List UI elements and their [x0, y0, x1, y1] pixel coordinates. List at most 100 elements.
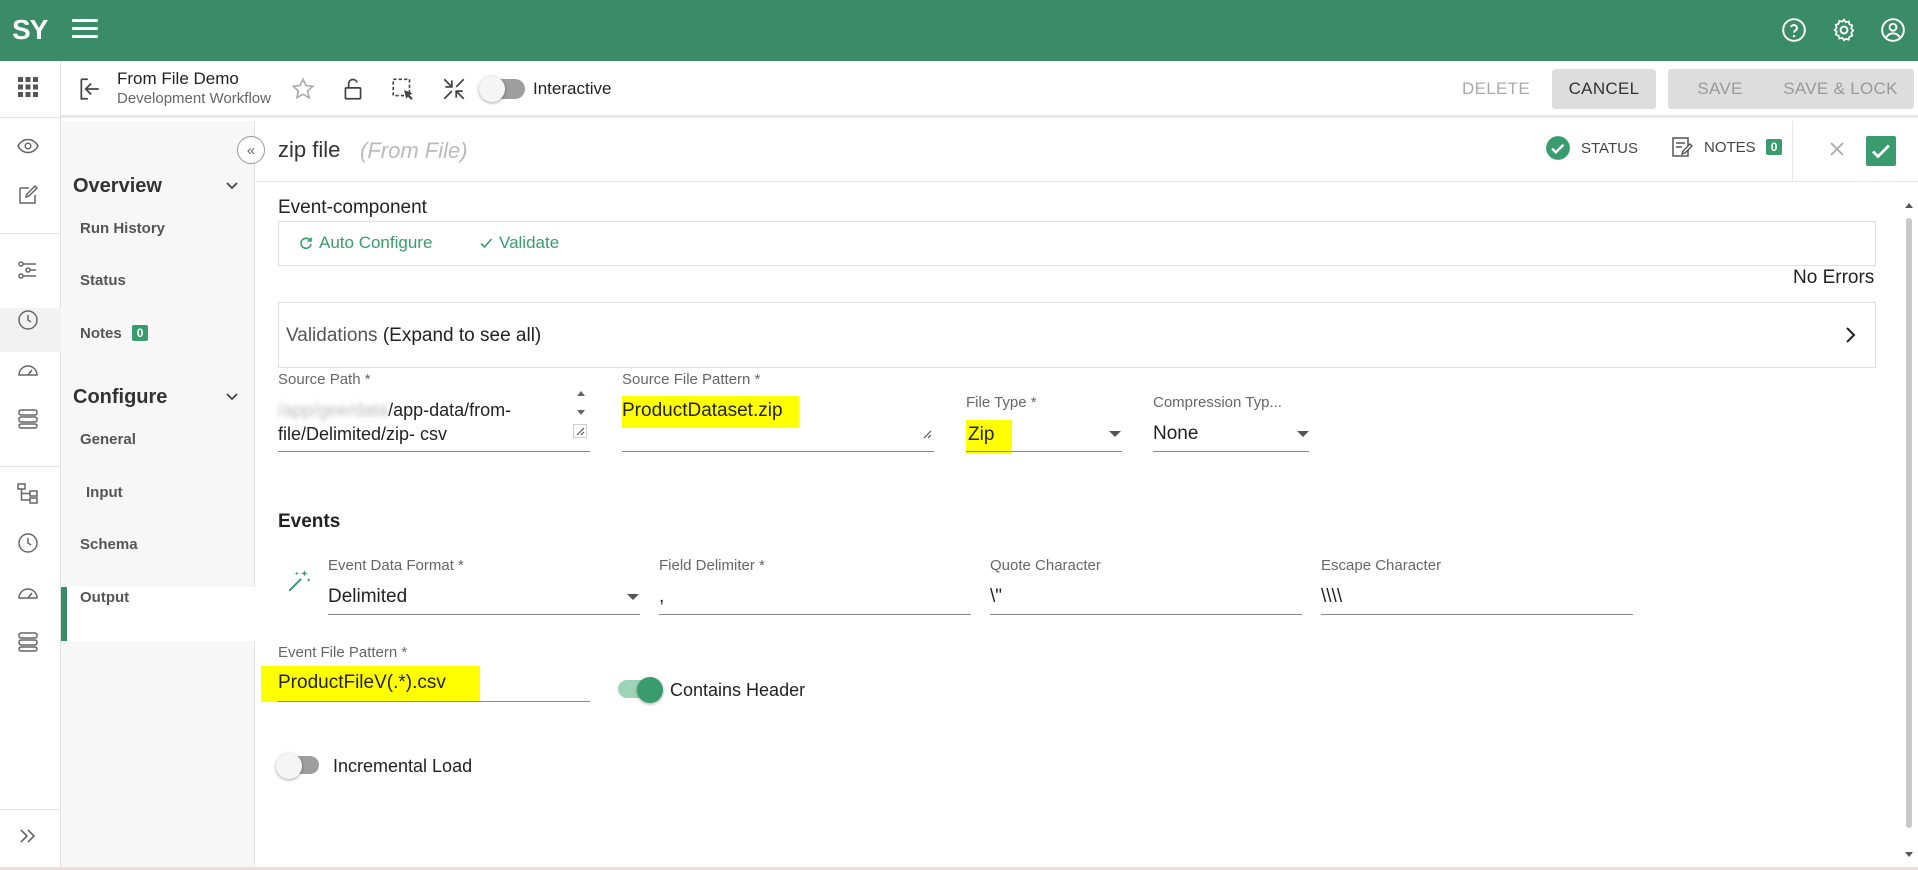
back-to-workflow-icon[interactable]	[77, 76, 103, 102]
header-divider	[1792, 121, 1793, 182]
contains-header-toggle[interactable]	[618, 677, 663, 703]
storage-icon[interactable]	[16, 630, 40, 654]
scroll-up-icon[interactable]	[1904, 200, 1914, 210]
check-icon	[480, 238, 493, 249]
interactive-label: Interactive	[533, 79, 612, 98]
rail-divider	[0, 466, 61, 467]
source-path-line1: /app-data/from-	[388, 400, 512, 420]
dashboard-gauge-icon[interactable]	[16, 358, 40, 382]
app-logo[interactable]: SY	[12, 14, 48, 46]
lock-open-icon[interactable]	[340, 76, 366, 102]
dropdown-arrow-icon[interactable]	[1109, 431, 1121, 437]
edit-icon[interactable]	[16, 183, 40, 207]
nav-general[interactable]: General	[80, 431, 136, 448]
file-type-select[interactable]: Zip	[966, 420, 1013, 454]
contains-header-label: Contains Header	[670, 680, 806, 700]
star-icon[interactable]	[290, 76, 316, 102]
event-data-format-underline	[328, 614, 640, 615]
dropdown-arrow-icon[interactable]	[627, 594, 639, 600]
nav-notes-label: Notes	[80, 325, 122, 342]
select-area-icon[interactable]	[390, 76, 416, 102]
cancel-button[interactable]: CANCEL	[1552, 69, 1656, 109]
source-file-pattern-underline	[622, 451, 934, 452]
nav-schema[interactable]: Schema	[80, 536, 138, 553]
help-icon[interactable]	[1781, 17, 1807, 43]
notes-count-badge: 0	[131, 325, 149, 341]
scroll-thumb[interactable]	[1906, 218, 1912, 828]
field-delimiter-input[interactable]: ,	[659, 586, 664, 608]
database-icon[interactable]	[16, 407, 40, 431]
dropdown-arrow-icon[interactable]	[1297, 431, 1309, 437]
notes-label: NOTES	[1704, 138, 1756, 156]
escape-character-underline	[1321, 614, 1633, 615]
overview-section-title[interactable]: Overview	[73, 175, 162, 198]
rail-divider	[0, 809, 61, 810]
actions-box: Auto Configure Validate	[278, 221, 1876, 266]
component-header: zip file (From File) STATUS NOTES 0	[256, 121, 1918, 182]
incremental-load-toggle[interactable]	[276, 753, 319, 779]
validate-link[interactable]: Validate	[479, 233, 559, 253]
scroll-arrows-icon[interactable]	[575, 388, 587, 418]
interactive-toggle[interactable]	[479, 76, 525, 102]
configure-section-title[interactable]: Configure	[73, 386, 167, 409]
apps-grid-icon[interactable]	[16, 75, 40, 99]
status-button[interactable]: STATUS	[1545, 135, 1638, 161]
pipeline-icon[interactable]	[16, 258, 40, 282]
collapse-sidebar-button[interactable]: «	[237, 136, 265, 164]
nav-input[interactable]: Input	[86, 484, 123, 501]
delete-button[interactable]: DELETE	[1441, 69, 1551, 109]
hierarchy-icon[interactable]	[16, 481, 40, 505]
expand-rail-icon[interactable]	[16, 824, 40, 848]
nav-status[interactable]: Status	[80, 272, 126, 289]
auto-configure-link[interactable]: Auto Configure	[299, 233, 432, 253]
compression-type-select[interactable]: None	[1153, 423, 1198, 445]
component-type: (From File)	[360, 138, 468, 163]
event-data-format-select[interactable]: Delimited	[328, 586, 407, 608]
notes-icon	[1672, 137, 1693, 157]
escape-character-input[interactable]: \\\\	[1321, 586, 1342, 608]
save-and-lock-button[interactable]: SAVE & LOCK	[1767, 69, 1914, 109]
notes-button[interactable]: NOTES 0	[1670, 135, 1783, 159]
quote-character-input[interactable]: \"	[990, 586, 1002, 608]
source-path-input[interactable]: /app/gee/data/app-data/from- file/Delimi…	[278, 398, 511, 446]
workflow-subtitle: Development Workflow	[117, 90, 271, 107]
validations-label: Validations	[286, 325, 378, 346]
validations-panel[interactable]: Validations (Expand to see all)	[278, 302, 1876, 368]
source-file-pattern-label: Source File Pattern *	[622, 371, 761, 388]
chevron-right-icon[interactable]	[1844, 326, 1858, 344]
account-icon[interactable]	[1880, 17, 1906, 43]
close-icon[interactable]	[1826, 138, 1848, 160]
file-type-label: File Type *	[966, 394, 1037, 411]
collapse-arrows-icon[interactable]	[441, 76, 467, 102]
nav-output[interactable]: Output	[80, 589, 129, 606]
resize-handle-icon[interactable]	[922, 429, 932, 439]
history-icon[interactable]	[16, 308, 40, 332]
settings-icon[interactable]	[1831, 17, 1857, 43]
source-path-label: Source Path *	[278, 371, 371, 388]
quote-character-label: Quote Character	[990, 557, 1101, 574]
chevron-down-icon[interactable]	[225, 179, 239, 193]
section-title: Event-component	[278, 197, 427, 218]
nav-run-history[interactable]: Run History	[80, 220, 165, 237]
source-file-pattern-input[interactable]: ProductDataset.zip	[622, 396, 799, 428]
source-path-underline	[278, 451, 590, 452]
event-file-pattern-label: Event File Pattern *	[278, 644, 408, 661]
menu-icon[interactable]	[72, 19, 98, 39]
compression-type-underline	[1153, 451, 1309, 452]
component-form: Event-component Auto Configure Validate …	[256, 183, 1896, 870]
resize-handle-icon[interactable]	[573, 424, 587, 438]
clock-icon[interactable]	[16, 531, 40, 555]
speedometer-icon[interactable]	[16, 581, 40, 605]
magic-wand-icon[interactable]	[286, 568, 312, 594]
nav-notes[interactable]: Notes 0	[80, 325, 149, 342]
scroll-down-icon[interactable]	[1904, 850, 1914, 860]
chevron-down-icon[interactable]	[225, 390, 239, 404]
eye-icon[interactable]	[16, 134, 40, 158]
apply-button[interactable]	[1866, 136, 1896, 166]
save-button[interactable]: SAVE	[1668, 69, 1772, 109]
component-sidebar: Overview Run History Status Notes 0 Confi…	[61, 121, 255, 870]
form-scrollbar[interactable]	[1904, 200, 1914, 862]
toggle-knob	[276, 753, 302, 779]
event-file-pattern-input[interactable]: ProductFileV(.*).csv	[261, 666, 480, 702]
top-bar: SY	[0, 0, 1918, 61]
